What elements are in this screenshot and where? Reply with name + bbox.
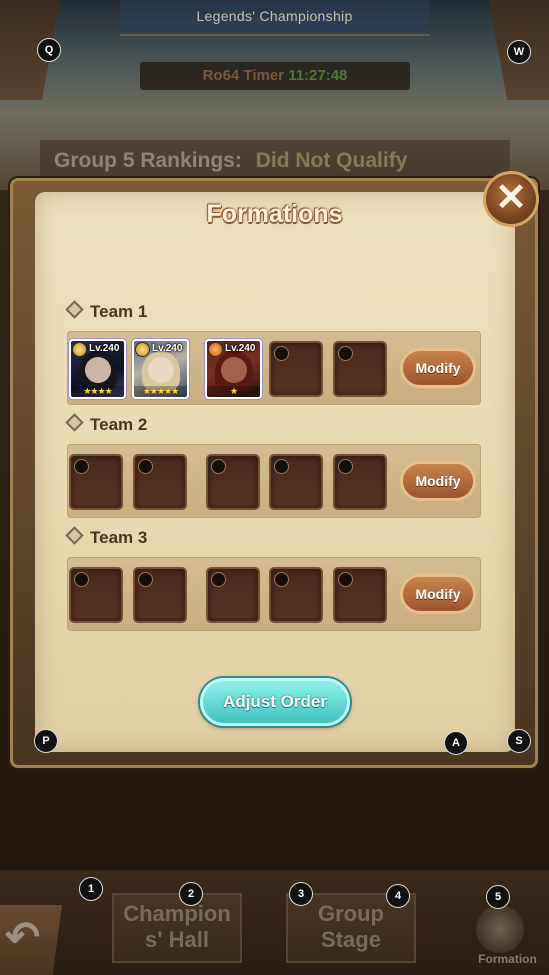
hero-level: Lv.240	[225, 343, 256, 354]
slot-marker-icon	[138, 572, 153, 587]
hint-marker-3: 3	[289, 882, 313, 906]
team-1-name: Team 1	[90, 302, 148, 321]
hint-marker-q: Q	[37, 38, 61, 62]
empty-slot[interactable]	[133, 454, 187, 510]
empty-slot[interactable]	[69, 567, 123, 623]
faction-badge-icon	[208, 342, 223, 357]
team-3-name: Team 3	[90, 528, 148, 547]
diamond-icon	[65, 526, 84, 545]
formation-label: Formation	[478, 952, 537, 966]
empty-slot[interactable]	[206, 454, 260, 510]
adjust-order-button[interactable]: Adjust Order	[200, 678, 350, 726]
empty-slot[interactable]	[206, 567, 260, 623]
slot-marker-icon	[138, 459, 153, 474]
close-button[interactable]: ✕	[483, 171, 539, 227]
timer-label: Ro64 Timer	[202, 67, 285, 84]
hint-marker-1: 1	[79, 877, 103, 901]
slot-marker-icon	[274, 572, 289, 587]
team-1-row: Lv.240 ★★★★ Lv.240 ★★★★★ Lv.240 ★ Modify	[67, 331, 481, 405]
hint-marker-w: W	[507, 40, 531, 64]
hero-level: Lv.240	[152, 343, 183, 354]
hint-marker-5: 5	[486, 885, 510, 909]
back-arrow-icon: ↶	[5, 913, 41, 960]
empty-slot[interactable]	[269, 567, 323, 623]
close-icon: ✕	[495, 177, 527, 219]
formation-icon[interactable]	[476, 905, 524, 953]
hero-stars: ★	[207, 386, 260, 397]
team-2-label: Team 2	[65, 413, 148, 435]
team-3-label: Team 3	[65, 526, 148, 548]
ranking-label: Group 5 Rankings:	[54, 149, 242, 172]
group-ranking: Group 5 Rankings: Did Not Qualify	[40, 140, 510, 182]
hint-marker-2: 2	[179, 882, 203, 906]
hero-stars: ★★★★★	[134, 386, 187, 397]
timer-value: 11:27:48	[288, 67, 348, 84]
empty-slot[interactable]	[133, 567, 187, 623]
champions-hall-line1: Champion	[123, 901, 231, 926]
hint-marker-a: A	[444, 731, 468, 755]
group-stage-line2: Stage	[321, 927, 381, 952]
team-3-modify-button[interactable]: Modify	[400, 574, 476, 614]
team-1-modify-button[interactable]: Modify	[400, 348, 476, 388]
slot-marker-icon	[338, 572, 353, 587]
formations-title: Formations	[206, 200, 343, 228]
hero-level: Lv.240	[89, 343, 120, 354]
faction-badge-icon	[135, 342, 150, 357]
slot-marker-icon	[211, 459, 226, 474]
hero-slot-3[interactable]: Lv.240 ★	[205, 339, 262, 399]
page-title: Legends' Championship	[196, 8, 353, 24]
hero-face	[148, 357, 174, 383]
slot-marker-icon	[338, 346, 353, 361]
slot-marker-icon	[74, 572, 89, 587]
empty-slot[interactable]	[333, 341, 387, 397]
hero-face	[85, 357, 111, 383]
hero-stars: ★★★★	[71, 386, 124, 397]
group-stage-line1: Group	[318, 901, 384, 926]
team-2-row: Modify	[67, 444, 481, 518]
ranking-value: Did Not Qualify	[255, 149, 408, 172]
hint-marker-4: 4	[386, 884, 410, 908]
slot-marker-icon	[274, 459, 289, 474]
hero-slot-2[interactable]: Lv.240 ★★★★★	[132, 339, 189, 399]
empty-slot[interactable]	[269, 341, 323, 397]
empty-slot[interactable]	[333, 454, 387, 510]
round-timer: Ro64 Timer 11:27:48	[140, 62, 410, 90]
empty-slot[interactable]	[269, 454, 323, 510]
champions-hall-tab[interactable]: Champion s' Hall	[112, 893, 242, 963]
hero-slot-1[interactable]: Lv.240 ★★★★	[69, 339, 126, 399]
diamond-icon	[65, 300, 84, 319]
slot-marker-icon	[274, 346, 289, 361]
diamond-icon	[65, 413, 84, 432]
team-2-name: Team 2	[90, 415, 148, 434]
slot-marker-icon	[211, 572, 226, 587]
slot-marker-icon	[74, 459, 89, 474]
empty-slot[interactable]	[333, 567, 387, 623]
team-3-row: Modify	[67, 557, 481, 631]
slot-marker-icon	[338, 459, 353, 474]
hero-face	[221, 357, 247, 383]
champions-hall-line2: s' Hall	[145, 927, 209, 952]
hint-marker-p: P	[34, 729, 58, 753]
team-2-modify-button[interactable]: Modify	[400, 461, 476, 501]
faction-badge-icon	[72, 342, 87, 357]
team-1-label: Team 1	[65, 300, 148, 322]
empty-slot[interactable]	[69, 454, 123, 510]
hint-marker-s: S	[507, 729, 531, 753]
